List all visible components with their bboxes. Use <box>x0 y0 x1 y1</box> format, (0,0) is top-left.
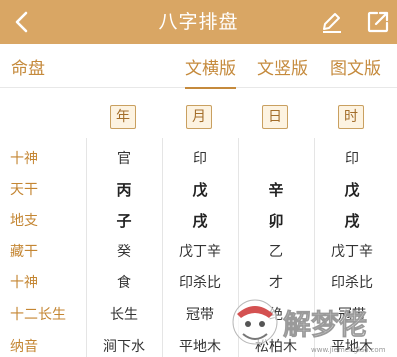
table-cell: 食 <box>117 275 131 291</box>
table-cell: 长生 <box>110 307 138 323</box>
table-cell: 涧下水 <box>103 339 145 355</box>
table-cell: 印杀比 <box>331 275 373 291</box>
table-cell: 辛 <box>268 181 284 199</box>
table-cell: 戊丁辛 <box>179 244 221 260</box>
table-cell: 官 <box>117 151 131 167</box>
table-cell: 印 <box>345 151 359 167</box>
table-cell: 丙 <box>116 181 132 199</box>
row-label-changsheng: 十二长生 <box>10 307 66 323</box>
table-cell: 才 <box>269 275 283 291</box>
tabs-bar: 命盘 文横版 文竖版 图文版 <box>0 44 397 89</box>
column-header-year: 年 <box>110 105 136 129</box>
table-cell: 印杀比 <box>179 275 221 291</box>
row-label-shishen: 十神 <box>10 151 38 167</box>
row-label-nayin: 纳音 <box>10 339 38 355</box>
tab-vertical[interactable]: 文竖版 <box>257 54 308 79</box>
table-cell: 癸 <box>117 244 131 260</box>
column-header-day: 日 <box>262 105 288 129</box>
table-cell: 戊 <box>192 181 208 199</box>
table-cell: 卯 <box>268 212 284 230</box>
watermark-text: 解梦佬 <box>283 308 367 341</box>
row-label-dizhi: 地支 <box>10 213 38 229</box>
table-cell: 戊 <box>344 181 360 199</box>
column-header-month: 月 <box>186 105 212 129</box>
table-cell: 戌 <box>192 212 208 230</box>
table-cell: 印 <box>193 151 207 167</box>
table-cell: 戌 <box>344 212 360 230</box>
column-header-hour: 时 <box>338 105 364 129</box>
row-label-canggan: 藏干 <box>10 244 38 260</box>
row-label-tiangan: 天干 <box>10 182 38 198</box>
table-cell: 戊丁辛 <box>331 244 373 260</box>
section-label: 命盘 <box>11 59 45 79</box>
watermark-url: www.jiemenglao.com <box>311 346 386 354</box>
share-icon[interactable] <box>365 9 391 35</box>
table-cell: 乙 <box>269 244 283 260</box>
tab-graphic[interactable]: 图文版 <box>330 54 381 79</box>
tab-horizontal[interactable]: 文横版 <box>185 54 236 89</box>
watermark-logo: 解梦佬 www.jiemenglao.com <box>232 299 386 354</box>
top-bar: 八字排盘 <box>0 0 397 44</box>
row-label-shishen-2: 十神 <box>10 275 38 291</box>
table-cell: 子 <box>116 212 132 230</box>
pencil-icon[interactable] <box>320 10 344 34</box>
